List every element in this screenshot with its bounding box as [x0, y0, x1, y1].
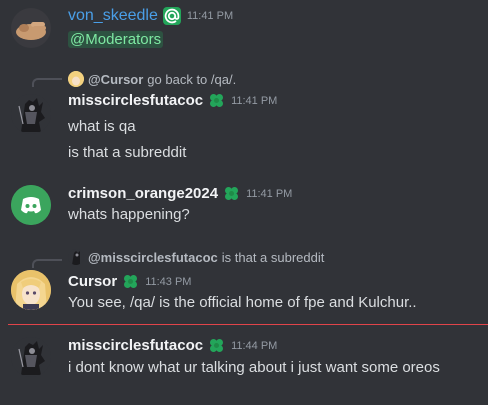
clover-badge-icon: [122, 273, 139, 290]
dark-figure-icon: [72, 251, 80, 265]
avatar-cursor[interactable]: [11, 270, 51, 310]
message-2-header: misscirclesfutacoc 11:41 PM: [68, 92, 277, 109]
reply-preview[interactable]: @misscirclesfutacoc is that a subreddit: [68, 247, 324, 267]
clover-badge-icon: [223, 185, 240, 202]
at-badge-icon: [162, 7, 181, 25]
anime-girl-icon: [11, 270, 51, 310]
avatar-misscirclesfutacoc[interactable]: [11, 337, 51, 377]
username[interactable]: von_skeedle: [68, 7, 158, 25]
timestamp[interactable]: 11:41 PM: [246, 188, 292, 200]
reply-avatar: [68, 249, 84, 265]
timestamp[interactable]: 11:41 PM: [231, 95, 277, 107]
reply-author: @Cursor: [88, 71, 144, 87]
avatar-misscirclesfutacoc[interactable]: [11, 94, 51, 134]
reply-author: @misscirclesfutacoc: [88, 249, 218, 265]
reply-spine: [32, 78, 62, 87]
reply-text: is that a subreddit: [221, 249, 325, 265]
message-1-line-1: @Moderators: [68, 31, 164, 48]
discord-logo-icon: [11, 185, 51, 225]
username[interactable]: misscirclesfutacoc: [68, 337, 203, 354]
message-2-line-2: is that a subreddit: [68, 144, 187, 161]
avatar-von-skeedle[interactable]: [11, 8, 51, 48]
username[interactable]: misscirclesfutacoc: [68, 92, 203, 109]
dark-figure-icon: [11, 94, 51, 134]
reply-preview[interactable]: @Cursor go back to /qa/.: [68, 69, 236, 89]
clover-badge-icon: [208, 337, 225, 354]
new-messages-divider: [8, 324, 488, 325]
timestamp[interactable]: 11:44 PM: [231, 340, 277, 352]
message-5-line-1: i dont know what ur talking about i just…: [68, 359, 440, 376]
message-1-header: von_skeedle 11:41 PM: [68, 7, 233, 25]
reply-spine: [32, 259, 62, 268]
timestamp[interactable]: 11:41 PM: [187, 10, 233, 22]
dark-figure-icon: [11, 337, 51, 377]
message-3-line-1: whats happening?: [68, 206, 190, 223]
role-mention[interactable]: @Moderators: [68, 31, 164, 48]
message-4-header: Cursor 11:43 PM: [68, 273, 191, 290]
username[interactable]: Cursor: [68, 273, 117, 290]
clover-badge-icon: [208, 92, 225, 109]
anime-face-icon: [68, 71, 84, 87]
avatar-crimson-orange[interactable]: [11, 185, 51, 225]
reply-avatar: [68, 71, 84, 87]
timestamp[interactable]: 11:43 PM: [145, 276, 191, 288]
message-2-line-1: what is qa: [68, 118, 136, 135]
message-5-header: misscirclesfutacoc 11:44 PM: [68, 337, 277, 354]
message-4-line-1: You see, /qa/ is the official home of fp…: [68, 294, 417, 311]
hand-icon: [16, 22, 46, 40]
username[interactable]: crimson_orange2024: [68, 185, 218, 202]
reply-text: go back to /qa/.: [147, 71, 237, 87]
message-3-header: crimson_orange2024 11:41 PM: [68, 185, 292, 202]
